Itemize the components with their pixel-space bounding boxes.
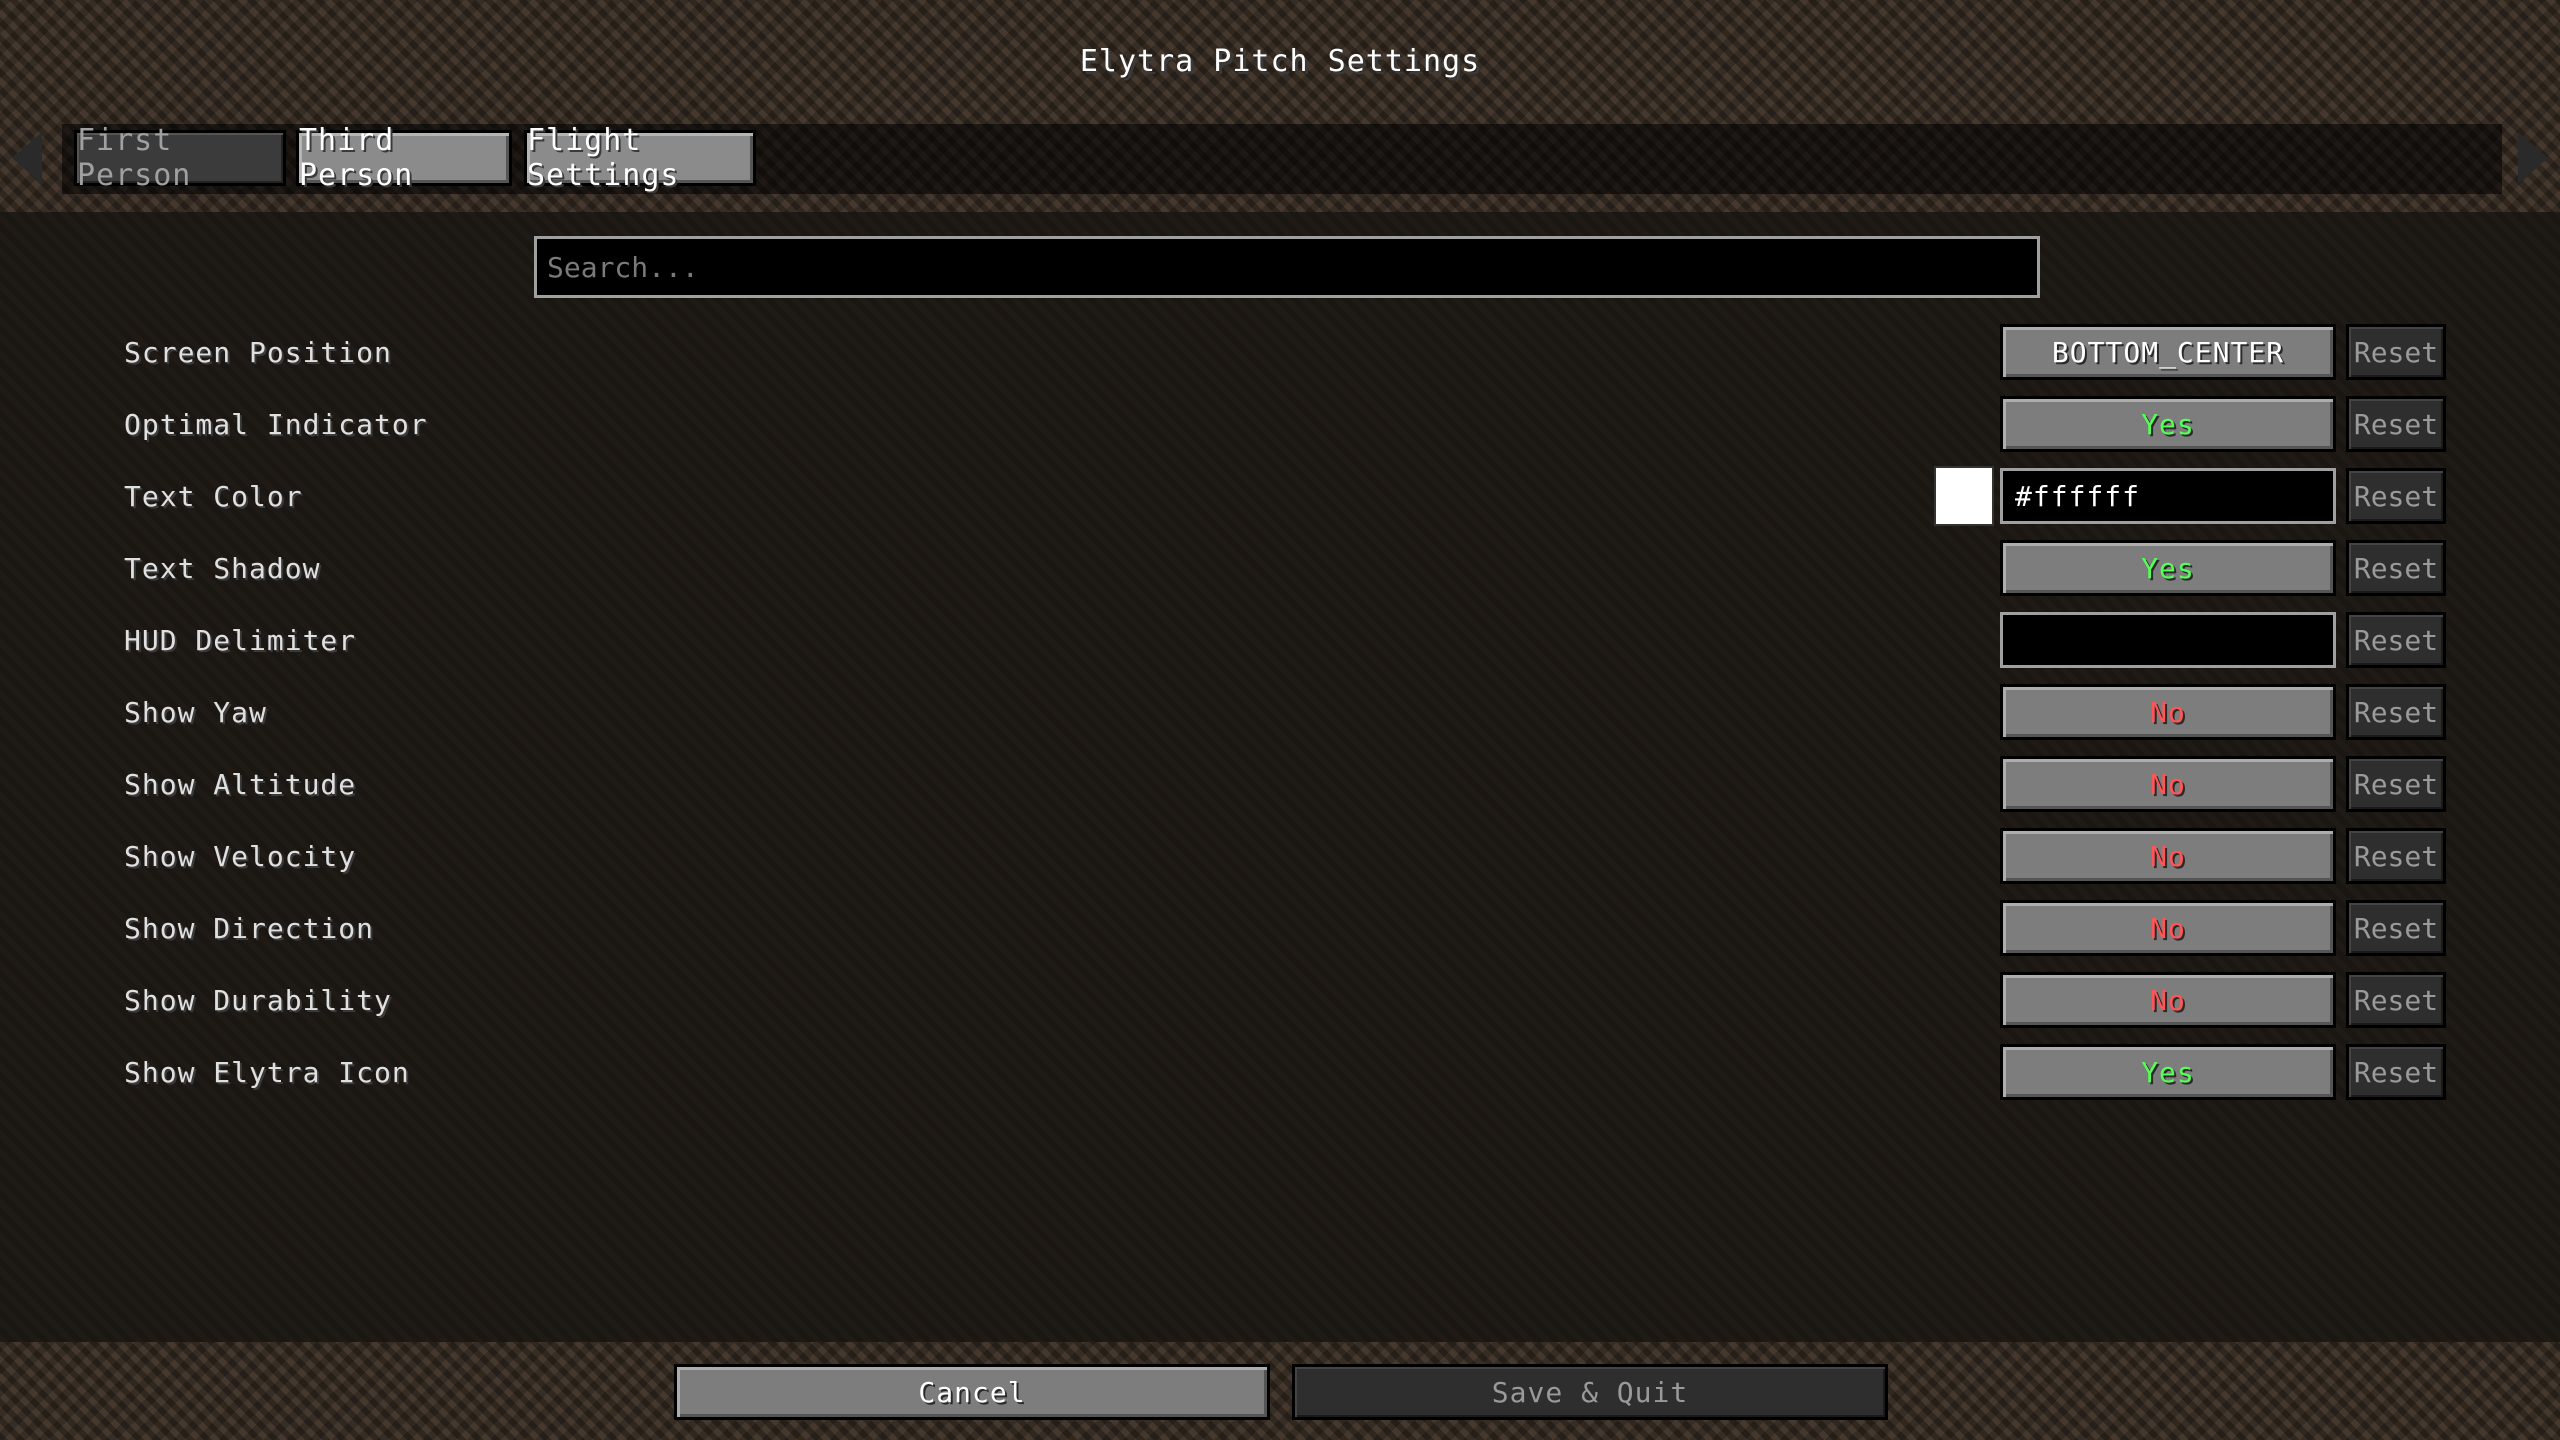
reset-button-optimal-indicator[interactable]: Reset (2346, 396, 2446, 452)
setting-toggle-show-elytra-icon[interactable]: Yes (2000, 1044, 2336, 1100)
setting-toggle-show-altitude[interactable]: No (2000, 756, 2336, 812)
setting-label-show-velocity: Show Velocity (124, 839, 357, 873)
setting-toggle-show-velocity[interactable]: No (2000, 828, 2336, 884)
setting-label-hud-delimiter: HUD Delimiter (124, 623, 357, 657)
scroll-left-arrow-icon[interactable] (12, 132, 42, 184)
setting-label-show-altitude: Show Altitude (124, 767, 357, 801)
setting-toggle-show-direction[interactable]: No (2000, 900, 2336, 956)
reset-button-hud-delimiter[interactable]: Reset (2346, 612, 2446, 668)
setting-input-hud-delimiter[interactable] (2000, 612, 2336, 668)
setting-label-show-durability: Show Durability (124, 983, 392, 1017)
reset-button-show-durability[interactable]: Reset (2346, 972, 2446, 1028)
reset-button-show-direction[interactable]: Reset (2346, 900, 2446, 956)
color-swatch[interactable] (1934, 466, 1994, 526)
setting-input-text-color[interactable]: #ffffff (2000, 468, 2336, 524)
setting-label-show-yaw: Show Yaw (124, 695, 267, 729)
setting-toggle-screen-position[interactable]: BOTTOM_CENTER (2000, 324, 2336, 380)
reset-button-text-color[interactable]: Reset (2346, 468, 2446, 524)
reset-button-text-shadow[interactable]: Reset (2346, 540, 2446, 596)
setting-toggle-show-yaw[interactable]: No (2000, 684, 2336, 740)
tab-third-person[interactable]: Third Person (296, 123, 512, 193)
setting-toggle-show-durability[interactable]: No (2000, 972, 2336, 1028)
scroll-right-arrow-icon[interactable] (2518, 132, 2548, 184)
setting-label-screen-position: Screen Position (124, 335, 392, 369)
reset-button-screen-position[interactable]: Reset (2346, 324, 2446, 380)
reset-button-show-elytra-icon[interactable]: Reset (2346, 1044, 2446, 1100)
setting-label-show-elytra-icon: Show Elytra Icon (124, 1055, 410, 1089)
page-title: Elytra Pitch Settings (1079, 44, 1481, 79)
tab-first-person[interactable]: First Person (74, 123, 286, 193)
setting-label-text-color: Text Color (124, 479, 303, 513)
setting-label-optimal-indicator: Optimal Indicator (124, 407, 428, 441)
cancel-button[interactable]: Cancel (674, 1364, 1270, 1420)
tab-flight-settings[interactable]: Flight Settings (524, 123, 756, 193)
search-input[interactable]: Search... (534, 236, 2040, 298)
reset-button-show-yaw[interactable]: Reset (2346, 684, 2446, 740)
footer-bar (0, 1342, 2560, 1440)
setting-toggle-text-shadow[interactable]: Yes (2000, 540, 2336, 596)
setting-label-text-shadow: Text Shadow (124, 551, 321, 585)
setting-label-show-direction: Show Direction (124, 911, 375, 945)
setting-toggle-optimal-indicator[interactable]: Yes (2000, 396, 2336, 452)
reset-button-show-altitude[interactable]: Reset (2346, 756, 2446, 812)
reset-button-show-velocity[interactable]: Reset (2346, 828, 2446, 884)
save-quit-button[interactable]: Save & Quit (1292, 1364, 1888, 1420)
